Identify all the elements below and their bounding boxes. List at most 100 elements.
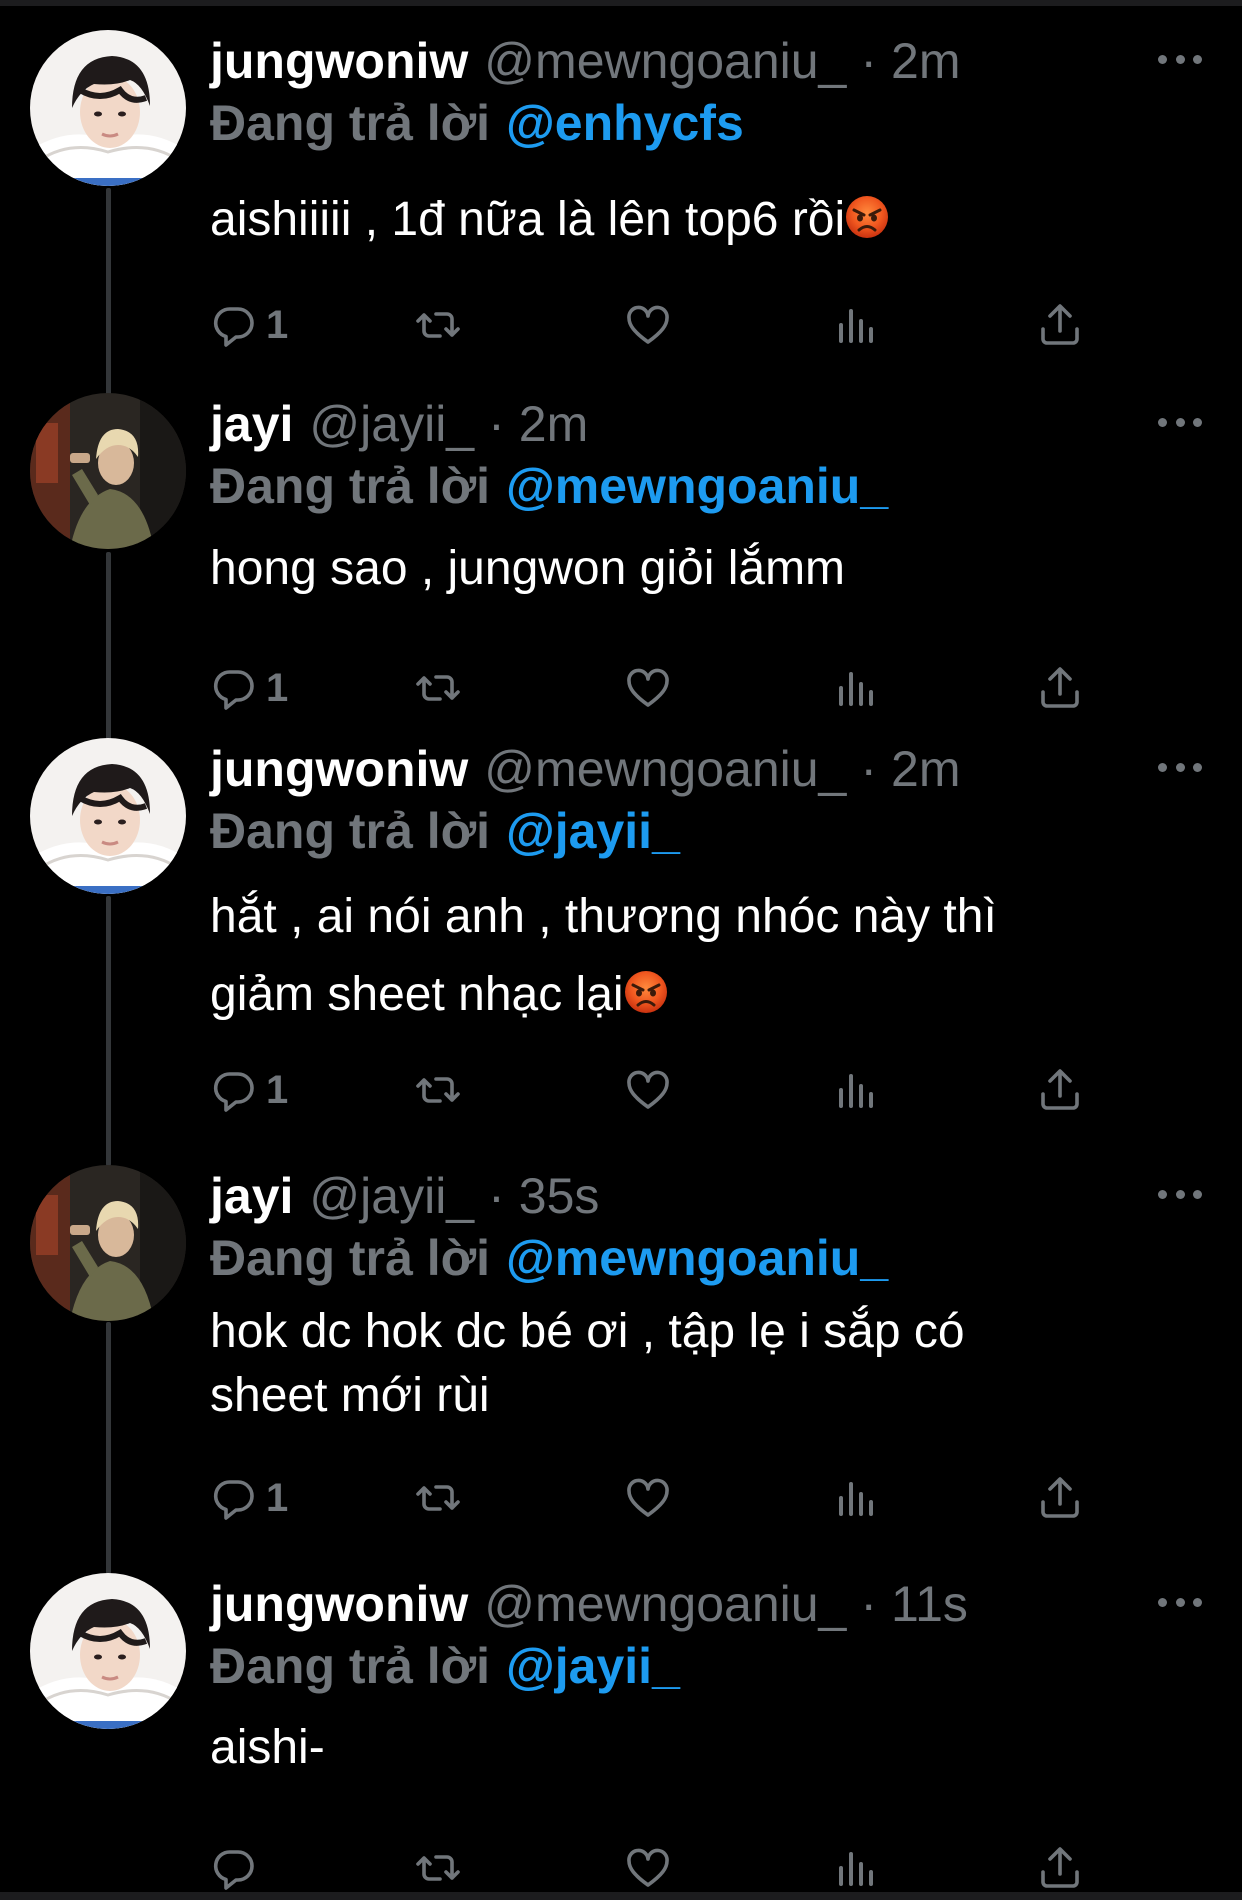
views-button[interactable] [832, 1473, 880, 1523]
share-button[interactable] [1036, 1843, 1084, 1893]
display-name[interactable]: jayi [210, 1165, 293, 1227]
more-options-icon[interactable] [1158, 1587, 1202, 1617]
replying-to-label: Đang trả lời [210, 95, 491, 151]
timestamp[interactable]: 2m [891, 30, 960, 92]
angry-face-emoji-icon [845, 195, 889, 239]
tweet-actions: 1 [210, 300, 1110, 350]
mention-link[interactable]: @mewngoaniu_ [506, 458, 888, 514]
tweet-text-content: aishi- [210, 1721, 325, 1774]
views-icon [832, 664, 880, 712]
retweet-button[interactable] [414, 300, 462, 350]
retweet-icon [414, 664, 462, 712]
avatar[interactable] [30, 1165, 186, 1321]
separator-dot: · [488, 1168, 505, 1224]
share-button[interactable] [1036, 300, 1084, 350]
display-name[interactable]: jungwoniw [210, 1573, 468, 1635]
retweet-icon [414, 1844, 462, 1892]
user-handle[interactable]: @mewngoaniu_ [484, 1573, 846, 1635]
like-icon [624, 1066, 672, 1114]
tweet-header: jayi @jayii_ · 35s [210, 1165, 599, 1227]
replying-to: Đang trả lời @jayii_ [210, 1635, 680, 1697]
user-handle[interactable]: @jayii_ [309, 1165, 474, 1227]
share-button[interactable] [1036, 663, 1084, 713]
more-options-icon[interactable] [1158, 752, 1202, 782]
share-icon [1036, 1066, 1084, 1114]
tweet-header: jungwoniw @mewngoaniu_ · 2m [210, 30, 961, 92]
more-options-icon[interactable] [1158, 44, 1202, 74]
more-options-icon[interactable] [1158, 407, 1202, 437]
reply-count: 1 [266, 303, 289, 347]
retweet-button[interactable] [414, 1473, 462, 1523]
reply-count: 1 [266, 1068, 289, 1112]
tweet-header: jungwoniw @mewngoaniu_ · 11s [210, 1573, 968, 1635]
retweet-button[interactable] [414, 1843, 462, 1893]
timestamp[interactable]: 11s [891, 1573, 968, 1635]
retweet-button[interactable] [414, 1065, 462, 1115]
tweet-text-line-1: hok dc hok dc bé ơi , tập lẹ i sắp có [210, 1305, 965, 1358]
user-handle[interactable]: @jayii_ [309, 393, 474, 455]
mention-link[interactable]: @mewngoaniu_ [506, 1230, 888, 1286]
more-options-icon[interactable] [1158, 1179, 1202, 1209]
bottom-divider [0, 1892, 1242, 1900]
reply-button[interactable] [210, 1843, 266, 1893]
views-button[interactable] [832, 300, 880, 350]
like-button[interactable] [624, 300, 672, 350]
retweet-button[interactable] [414, 663, 462, 713]
top-divider [0, 0, 1242, 6]
user-handle[interactable]: @mewngoaniu_ [484, 738, 846, 800]
replying-to-label: Đang trả lời [210, 1638, 491, 1694]
like-icon [624, 1474, 672, 1522]
tweet-text-content: aishiiiii , 1đ nữa là lên top6 rồi [210, 193, 846, 246]
mention-link[interactable]: @enhycfs [506, 95, 744, 151]
like-button[interactable] [624, 1473, 672, 1523]
share-icon [1036, 1474, 1084, 1522]
tweet-text: aishiiiii , 1đ nữa là lên top6 rồi [210, 181, 1210, 259]
tweet-text-line-2: giảm sheet nhạc lại [210, 968, 624, 1021]
display-name[interactable]: jungwoniw [210, 30, 468, 92]
user-handle[interactable]: @mewngoaniu_ [484, 30, 846, 92]
views-icon [832, 1844, 880, 1892]
separator-dot: · [860, 741, 878, 797]
reply-button[interactable]: 1 [210, 1065, 288, 1115]
tweet-actions: 1 [210, 1065, 1110, 1115]
views-button[interactable] [832, 1065, 880, 1115]
reply-icon [210, 301, 258, 349]
timestamp[interactable]: 35s [519, 1165, 600, 1227]
share-button[interactable] [1036, 1473, 1084, 1523]
reply-button[interactable]: 1 [210, 300, 288, 350]
share-icon [1036, 301, 1084, 349]
display-name[interactable]: jungwoniw [210, 738, 468, 800]
mention-link[interactable]: @jayii_ [506, 803, 680, 859]
share-icon [1036, 664, 1084, 712]
display-name[interactable]: jayi [210, 393, 293, 455]
replying-to: Đang trả lời @mewngoaniu_ [210, 455, 888, 517]
separator-dot: · [860, 33, 878, 89]
retweet-icon [414, 1066, 462, 1114]
views-icon [832, 1066, 880, 1114]
timestamp[interactable]: 2m [891, 738, 960, 800]
tweet-header: jayi @jayii_ · 2m [210, 393, 588, 455]
like-button[interactable] [624, 1843, 672, 1893]
tweet-text-line-2: sheet mới rùi [210, 1369, 490, 1422]
views-button[interactable] [832, 1843, 880, 1893]
replying-to-label: Đang trả lời [210, 458, 491, 514]
avatar[interactable] [30, 1573, 186, 1729]
tweet-text: hok dc hok dc bé ơi , tập lẹ i sắp có she… [210, 1300, 1210, 1428]
avatar[interactable] [30, 30, 186, 186]
thread-connector-line [106, 896, 111, 1166]
avatar[interactable] [30, 393, 186, 549]
reply-button[interactable]: 1 [210, 1473, 288, 1523]
thread-connector-line [106, 552, 111, 742]
retweet-icon [414, 301, 462, 349]
replying-to: Đang trả lời @mewngoaniu_ [210, 1227, 888, 1289]
timestamp[interactable]: 2m [519, 393, 588, 455]
reply-button[interactable]: 1 [210, 663, 288, 713]
avatar[interactable] [30, 738, 186, 894]
share-button[interactable] [1036, 1065, 1084, 1115]
views-button[interactable] [832, 663, 880, 713]
replying-to-label: Đang trả lời [210, 1230, 491, 1286]
like-button[interactable] [624, 663, 672, 713]
like-button[interactable] [624, 1065, 672, 1115]
reply-count: 1 [266, 1476, 289, 1520]
mention-link[interactable]: @jayii_ [506, 1638, 680, 1694]
